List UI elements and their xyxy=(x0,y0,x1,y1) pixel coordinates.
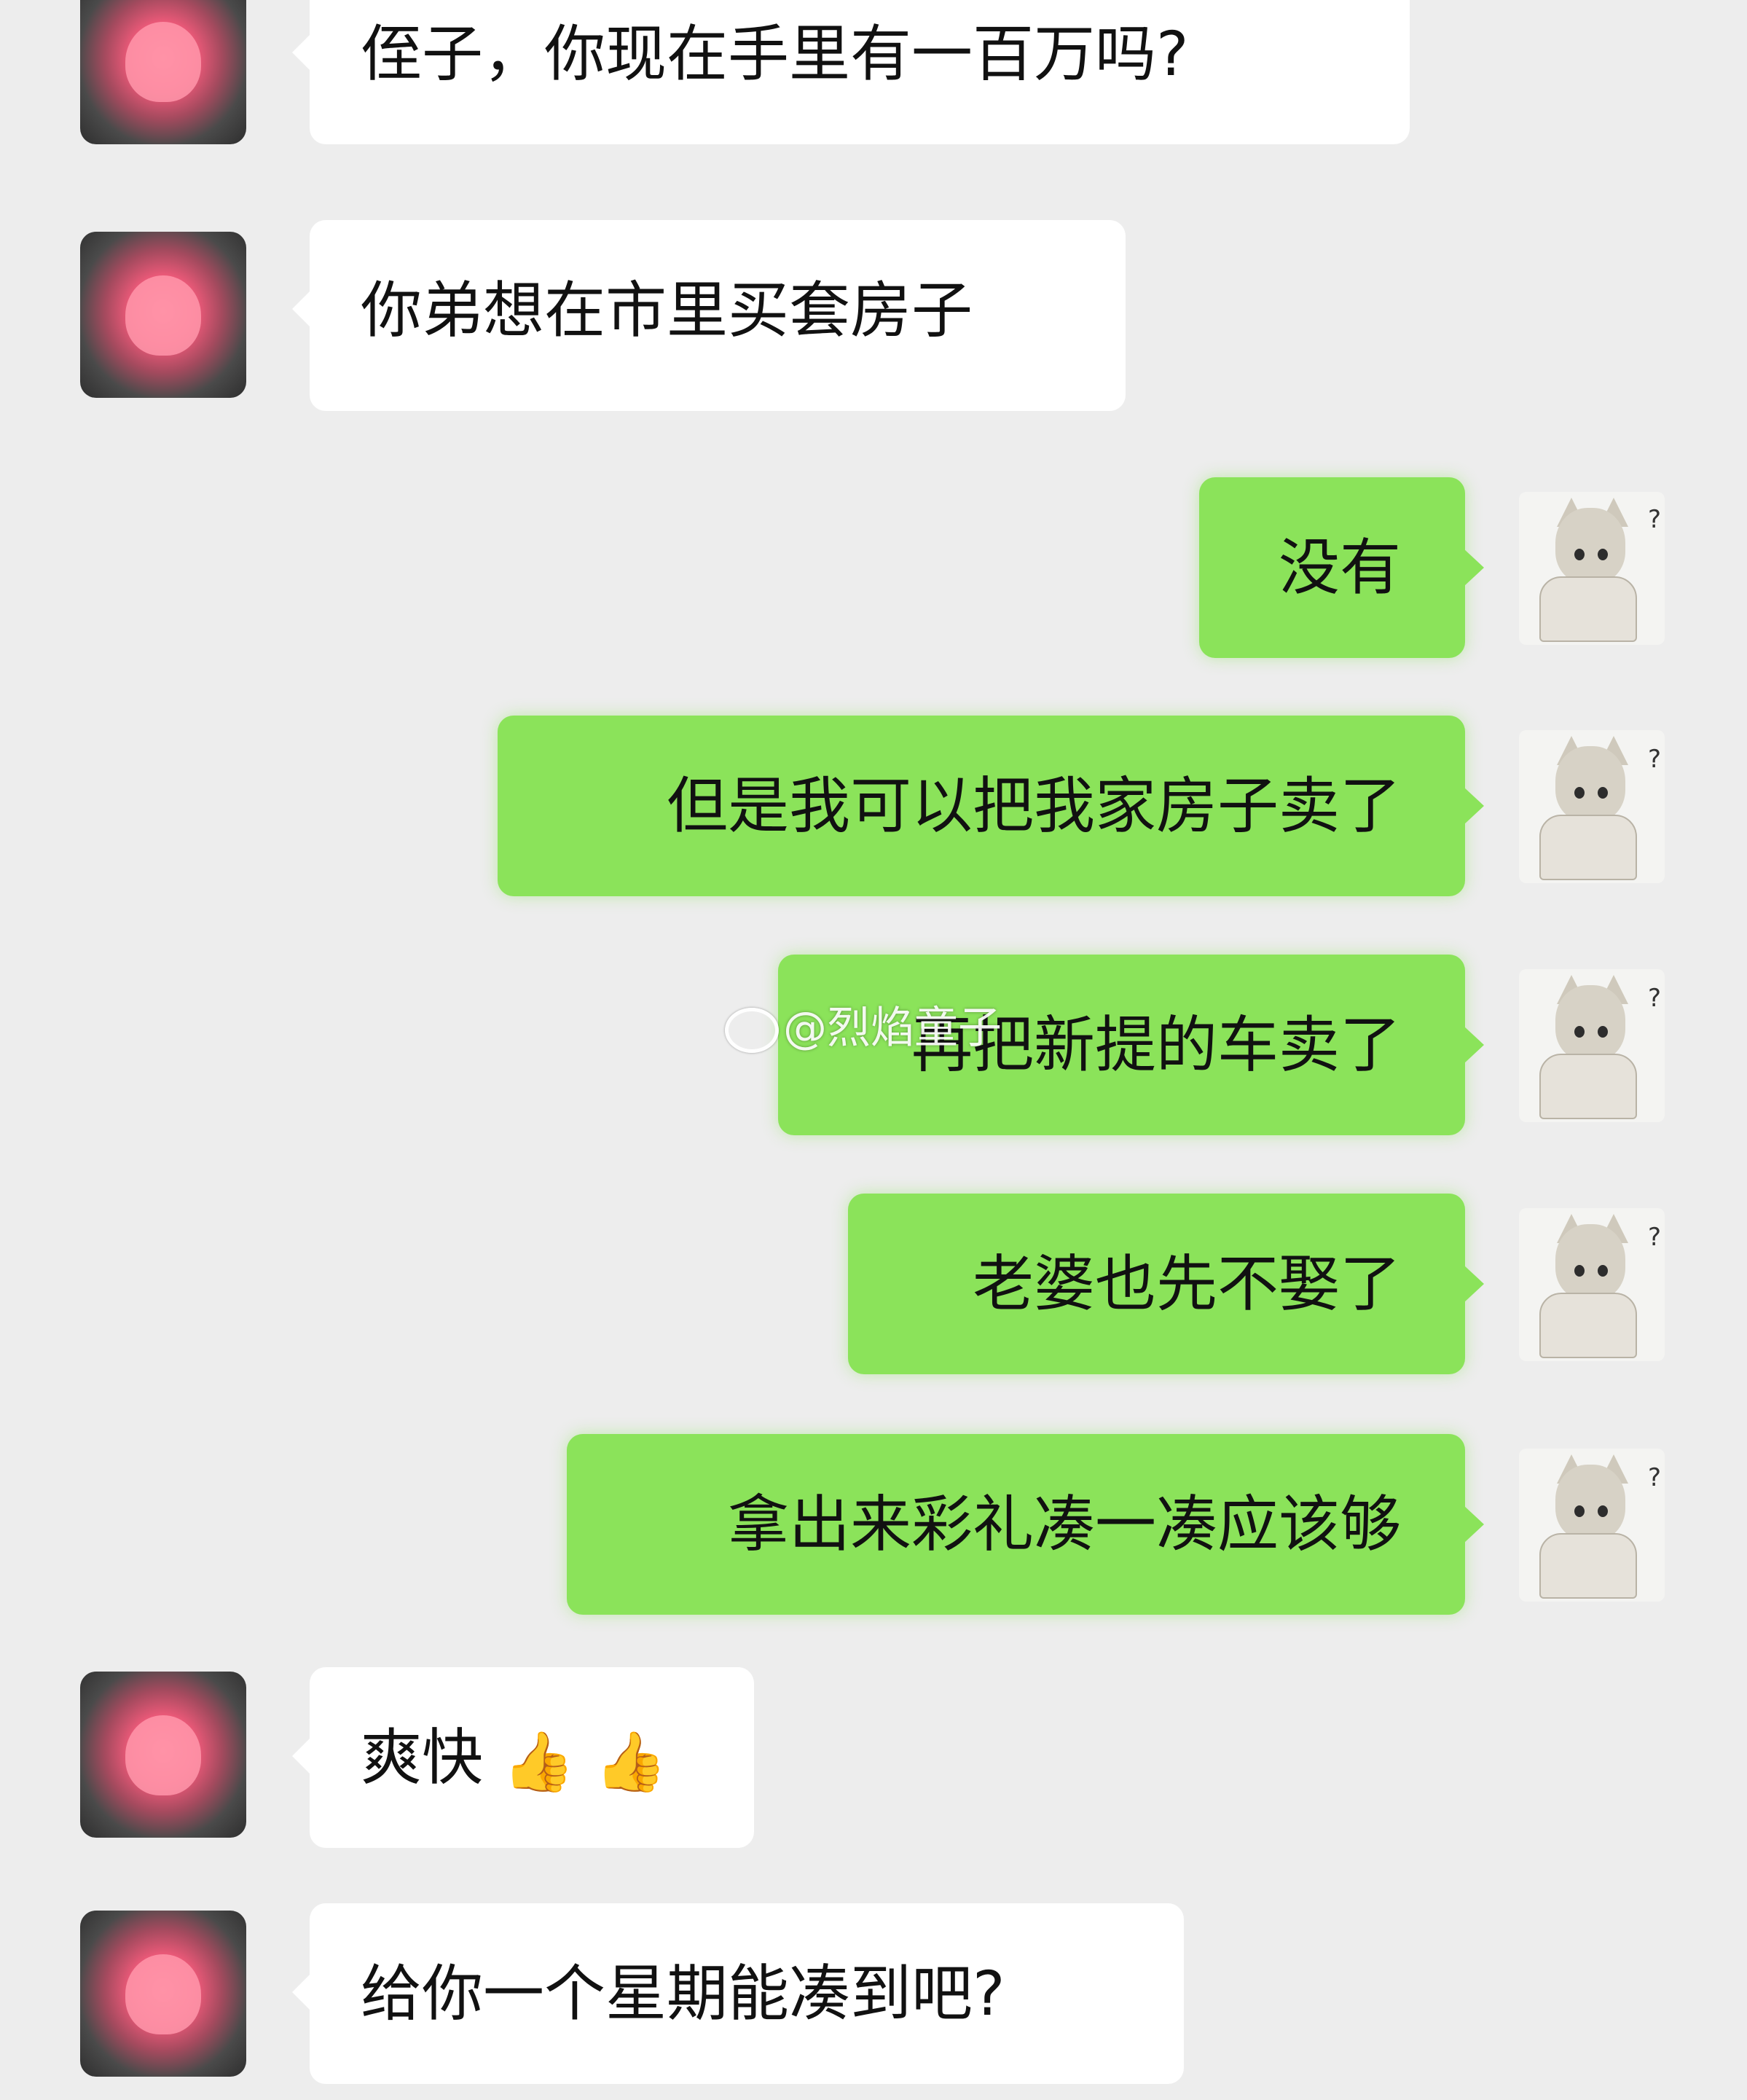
cat-body-icon xyxy=(1539,1054,1637,1119)
cat-head-icon xyxy=(1555,746,1625,822)
cat-body-icon xyxy=(1539,815,1637,880)
my-avatar[interactable] xyxy=(1519,1208,1665,1361)
cat-body-icon xyxy=(1539,1533,1637,1599)
avatar-mark: ? xyxy=(1648,505,1662,534)
weibo-watermark: @烈焰童子 xyxy=(725,992,1002,1056)
cat-eye-icon xyxy=(1574,1026,1585,1038)
message-text: 爽快 xyxy=(361,1722,484,1793)
cat-eye-icon xyxy=(1598,1505,1608,1517)
chat-message-list[interactable]: 侄子，你现在手里有一百万吗? 你弟想在市里买套房子 没有 ? 但是我可以把我家房… xyxy=(0,0,1747,2084)
message-text: 你弟想在市里买套房子 xyxy=(361,275,973,346)
cat-eye-icon xyxy=(1598,549,1608,560)
incoming-message-bubble[interactable]: 侄子，你现在手里有一百万吗? xyxy=(292,0,1410,144)
incoming-message-bubble[interactable]: 你弟想在市里买套房子 xyxy=(292,220,1126,411)
message-row: 侄子，你现在手里有一百万吗? xyxy=(0,0,1747,168)
lotus-petal xyxy=(125,22,201,102)
cat-eye-icon xyxy=(1574,1265,1585,1277)
message-text: 给你一个星期能凑到吧? xyxy=(361,1958,1005,2029)
message-row: 老婆也先不娶了 ? xyxy=(0,1194,1747,1376)
cat-eye-icon xyxy=(1574,787,1585,799)
cat-head-icon xyxy=(1555,1224,1625,1300)
message-row: 给你一个星期能凑到吧? xyxy=(0,1903,1747,2100)
contact-avatar[interactable] xyxy=(80,1911,246,2077)
my-avatar[interactable] xyxy=(1519,492,1665,645)
contact-avatar[interactable] xyxy=(80,232,246,398)
cat-eye-icon xyxy=(1598,787,1608,799)
lotus-petal xyxy=(125,275,201,356)
avatar-mark: ? xyxy=(1648,984,1662,1013)
message-row: 爽快 👍 👍 xyxy=(0,1667,1747,1861)
cat-eye-icon xyxy=(1574,549,1585,560)
outgoing-message-bubble[interactable]: 但是我可以把我家房子卖了 xyxy=(498,716,1484,896)
my-avatar[interactable] xyxy=(1519,730,1665,883)
outgoing-message-bubble[interactable]: 老婆也先不娶了 xyxy=(848,1194,1484,1374)
outgoing-message-bubble[interactable]: 没有 xyxy=(1199,477,1484,658)
cat-body-icon xyxy=(1539,1293,1637,1358)
message-text: 侄子，你现在手里有一百万吗? xyxy=(361,18,1189,90)
message-text: 老婆也先不娶了 xyxy=(972,1248,1401,1320)
cat-eye-icon xyxy=(1574,1505,1585,1517)
avatar-mark: ? xyxy=(1648,1463,1662,1492)
weibo-icon xyxy=(725,1008,779,1054)
avatar-mark: ? xyxy=(1648,1223,1662,1252)
message-row: 没有 ? xyxy=(0,477,1747,659)
thumbs-up-icon: 👍 xyxy=(594,1728,667,1796)
my-avatar[interactable] xyxy=(1519,969,1665,1122)
thumbs-up-icon: 👍 xyxy=(502,1728,576,1796)
watermark-text: @烈焰童子 xyxy=(783,1003,1002,1054)
cat-body-icon xyxy=(1539,576,1637,642)
lotus-petal xyxy=(125,1954,201,2034)
lotus-petal xyxy=(125,1715,201,1795)
incoming-message-bubble[interactable]: 给你一个星期能凑到吧? xyxy=(292,1903,1184,2084)
avatar-mark: ? xyxy=(1648,745,1662,774)
cat-eye-icon xyxy=(1598,1026,1608,1038)
contact-avatar[interactable] xyxy=(80,1672,246,1838)
incoming-message-bubble[interactable]: 爽快 👍 👍 xyxy=(292,1667,754,1848)
message-row: 你弟想在市里买套房子 xyxy=(0,220,1747,421)
contact-avatar[interactable] xyxy=(80,0,246,144)
cat-head-icon xyxy=(1555,1465,1625,1540)
my-avatar[interactable] xyxy=(1519,1449,1665,1602)
message-text: 没有 xyxy=(1278,532,1401,603)
cat-head-icon xyxy=(1555,508,1625,584)
cat-eye-icon xyxy=(1598,1265,1608,1277)
message-row: 但是我可以把我家房子卖了 ? xyxy=(0,716,1747,898)
message-text: 拿出来彩礼凑一凑应该够 xyxy=(727,1489,1401,1560)
message-text: 但是我可以把我家房子卖了 xyxy=(666,770,1401,842)
message-row: 拿出来彩礼凑一凑应该够 ? xyxy=(0,1434,1747,1616)
outgoing-message-bubble[interactable]: 拿出来彩礼凑一凑应该够 xyxy=(567,1434,1484,1615)
cat-head-icon xyxy=(1555,985,1625,1061)
